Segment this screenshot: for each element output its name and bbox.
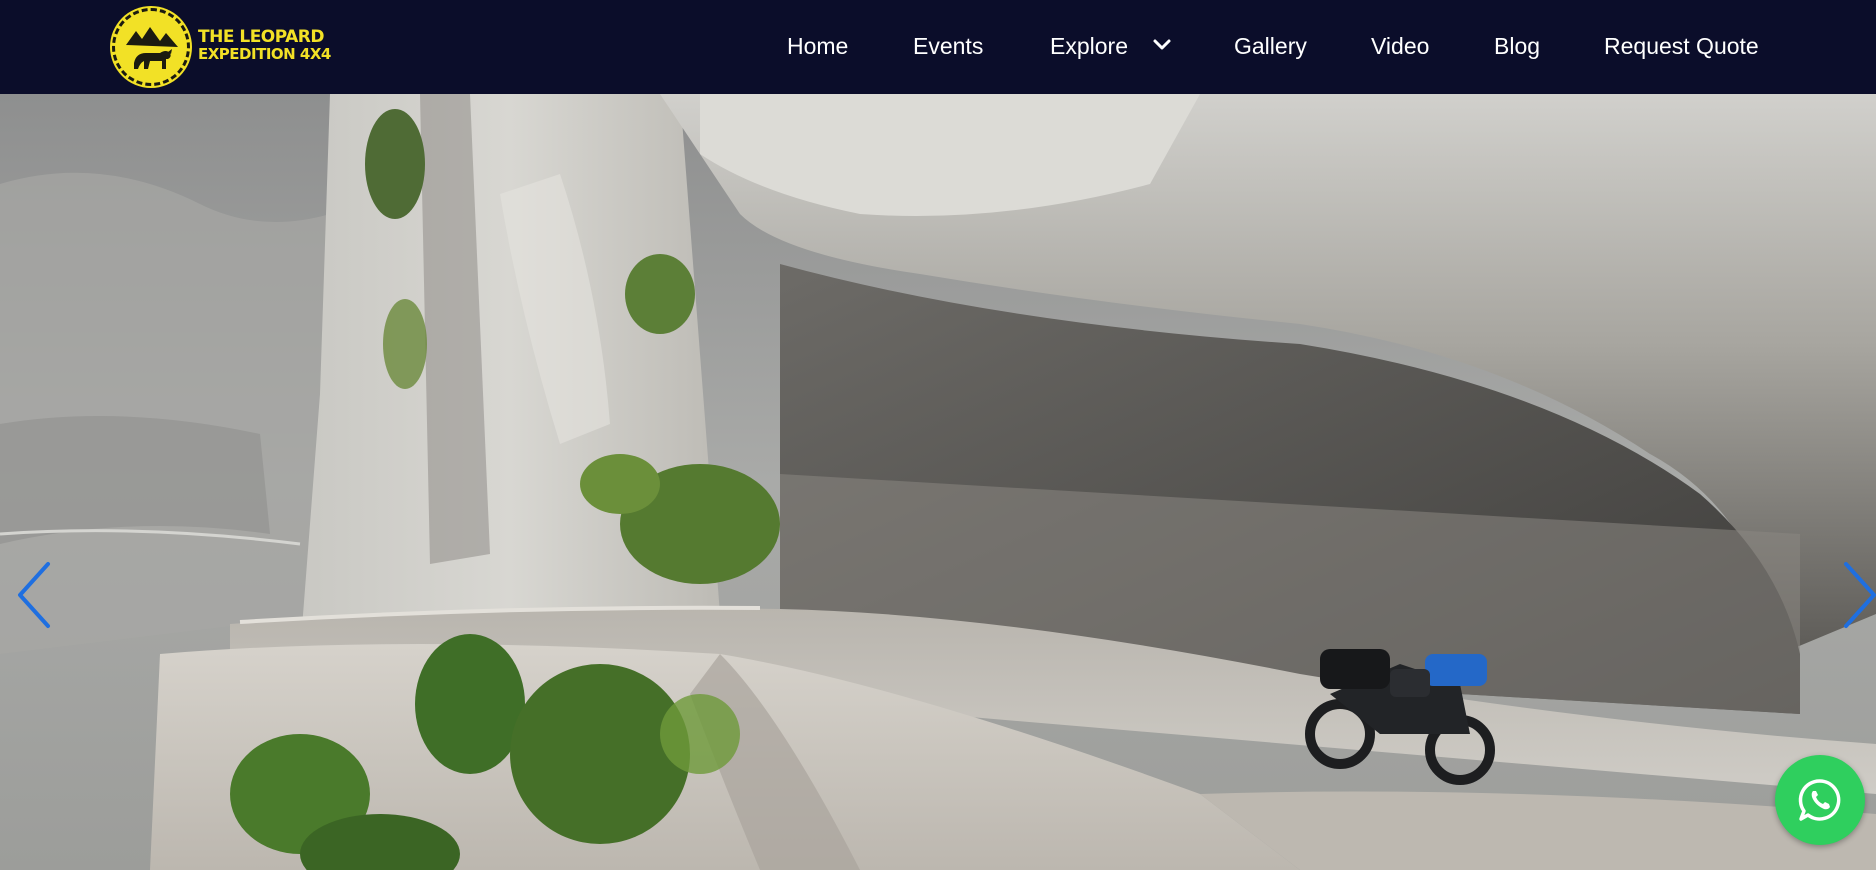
nav-item-gallery[interactable]: Gallery [1234,31,1307,61]
brand-line-2: EXPEDITION 4X4 [198,45,331,63]
site-logo[interactable]: THE LEOPARD EXPEDITION 4X4 [112,8,332,88]
leopard-badge-icon [112,8,190,86]
brand-name: THE LEOPARD EXPEDITION 4X4 [198,29,331,63]
nav-item-request-quote[interactable]: Request Quote [1604,31,1759,61]
slider-prev-button[interactable] [14,560,54,630]
slider-next-button[interactable] [1840,560,1876,630]
nav-item-video[interactable]: Video [1371,31,1429,61]
brand-line-1: THE LEOPARD [198,27,325,47]
chevron-right-icon [1844,562,1876,628]
site-header: THE LEOPARD EXPEDITION 4X4 Home Events E… [0,0,1876,94]
nav-item-events[interactable]: Events [913,31,983,61]
chevron-down-icon[interactable] [1152,35,1172,60]
chevron-left-icon [18,562,50,628]
nav-item-blog[interactable]: Blog [1494,31,1540,61]
nav-item-home[interactable]: Home [787,31,848,61]
nav-item-explore-label: Explore [1050,33,1128,59]
nav-item-explore[interactable]: Explore [1050,31,1128,61]
whatsapp-icon [1798,779,1841,821]
hero-slider [0,94,1876,870]
whatsapp-chat-button[interactable] [1775,755,1865,845]
hero-image [0,94,1876,870]
